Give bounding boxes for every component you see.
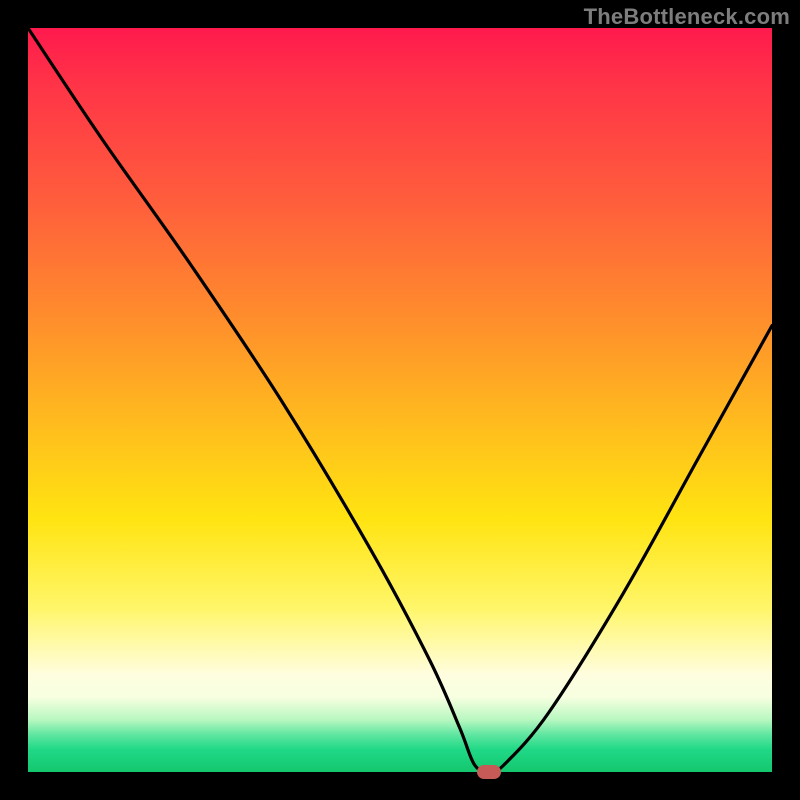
chart-frame: TheBottleneck.com	[0, 0, 800, 800]
optimum-marker	[477, 765, 501, 779]
watermark-text: TheBottleneck.com	[584, 4, 790, 30]
bottleneck-curve	[28, 28, 772, 772]
plot-area	[28, 28, 772, 772]
